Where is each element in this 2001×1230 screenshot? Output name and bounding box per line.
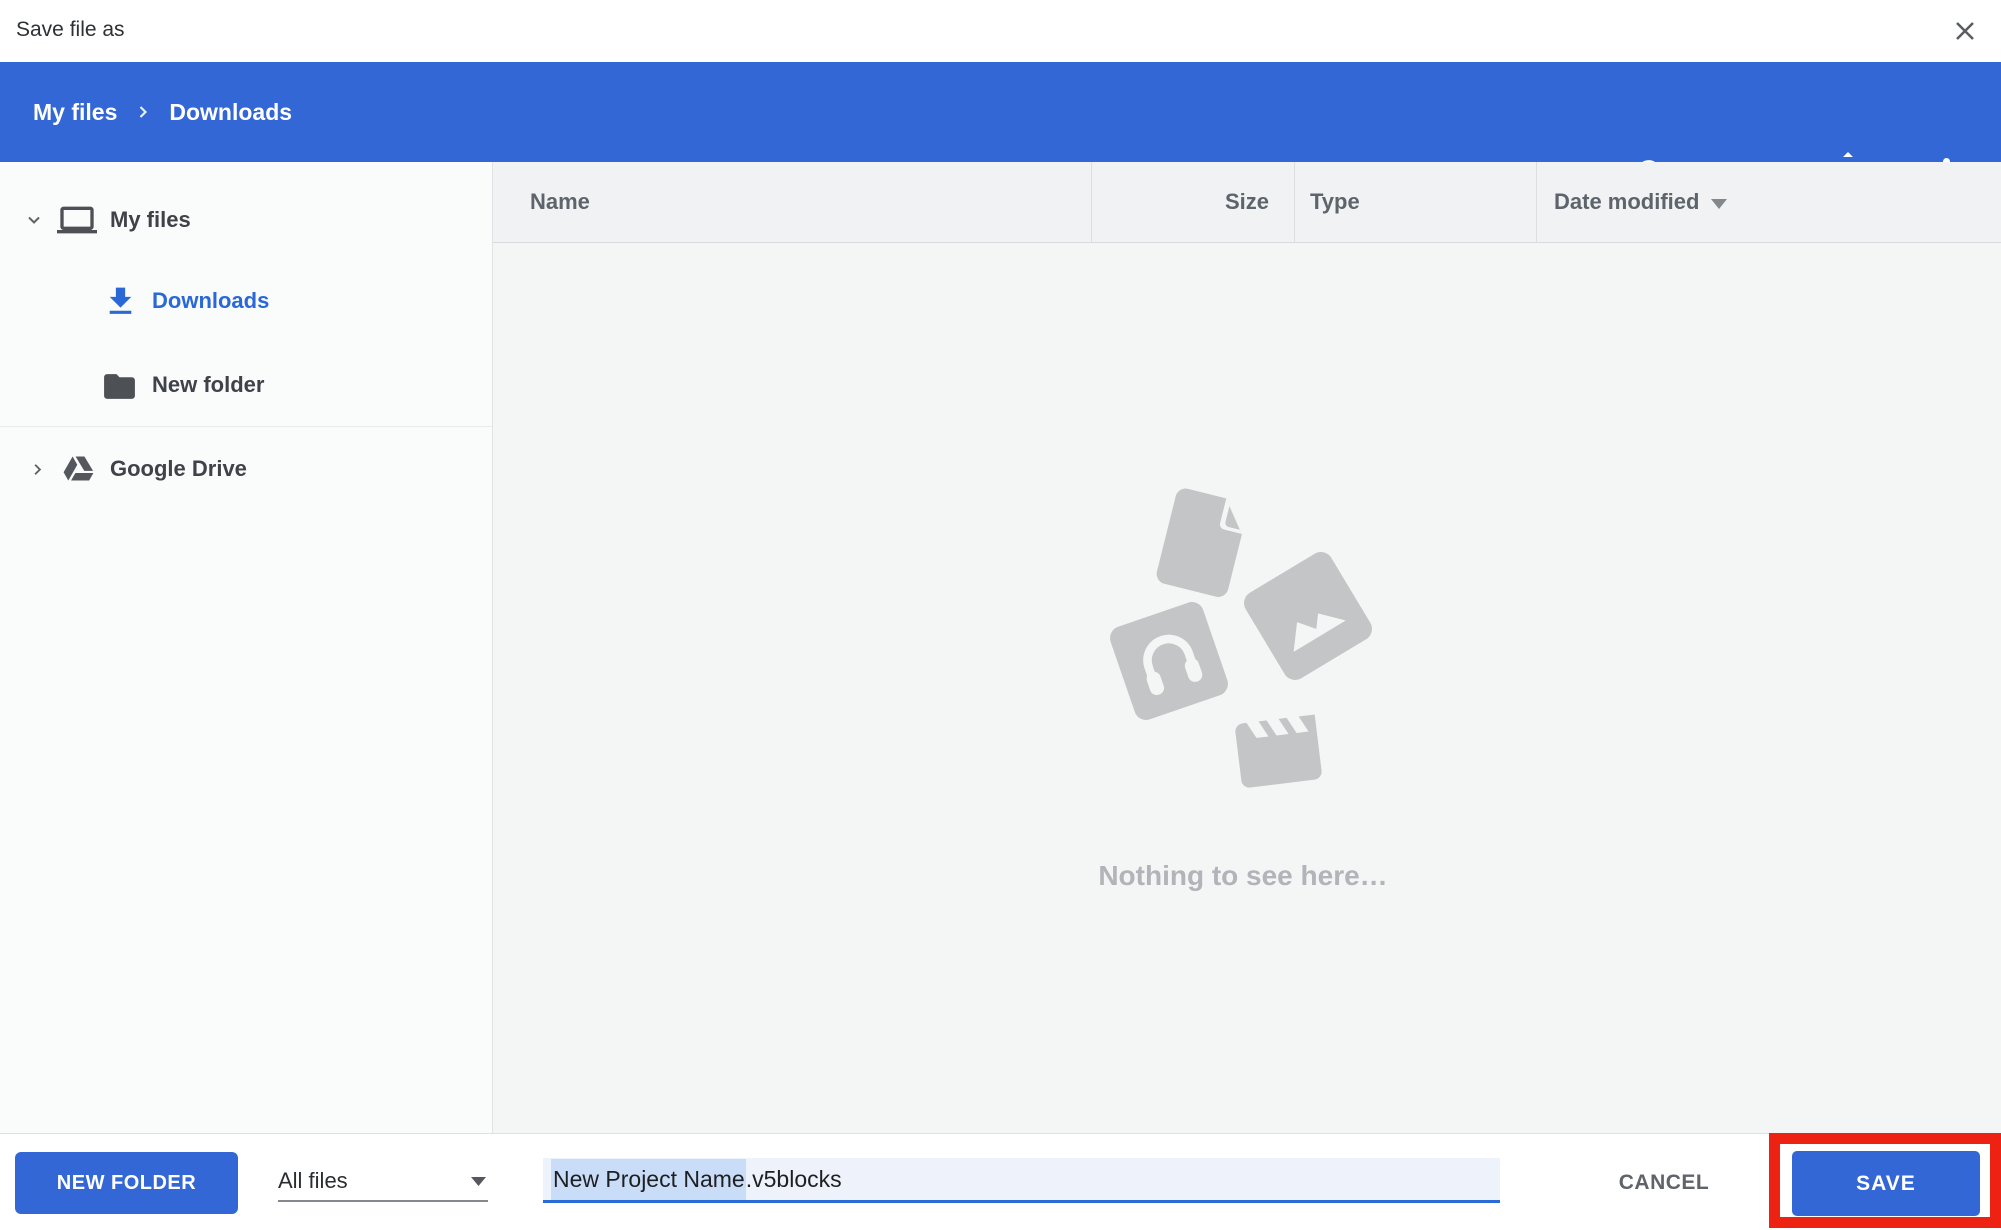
dialog-footer: NEW FOLDER All files New Project Name.v5… — [0, 1133, 2001, 1230]
image-icon — [1239, 547, 1376, 684]
file-type-select[interactable]: All files — [278, 1161, 488, 1202]
sort-direction-icon — [1711, 199, 1727, 209]
file-list-area: Name Size Type Date modified Nothing to — [493, 162, 2001, 1133]
save-button[interactable]: SAVE — [1792, 1151, 1980, 1216]
column-label: Size — [1225, 189, 1269, 214]
sidebar-item-google-drive[interactable]: Google Drive — [0, 444, 492, 494]
chevron-right-icon — [133, 102, 153, 122]
column-header-date-modified[interactable]: Date modified — [1537, 162, 2001, 242]
folder-icon — [101, 368, 138, 405]
breadcrumb: My files Downloads — [33, 62, 292, 162]
dialog-title-bar: Save file as — [0, 0, 2001, 62]
dialog-title: Save file as — [16, 0, 125, 62]
column-label: Date modified — [1554, 189, 1699, 215]
column-label: Name — [530, 189, 590, 214]
chevron-right-icon[interactable] — [28, 460, 47, 479]
save-file-dialog: Save file as My files Downloads AZ — [0, 0, 2001, 1230]
file-type-value: All files — [278, 1161, 348, 1200]
google-drive-icon — [62, 453, 95, 486]
empty-state-message: Nothing to see here… — [743, 860, 1743, 892]
close-button[interactable] — [1947, 13, 1983, 49]
dropdown-arrow-icon — [471, 1177, 486, 1186]
column-label: Type — [1310, 189, 1360, 214]
laptop-icon — [57, 200, 97, 240]
chevron-down-icon[interactable] — [24, 210, 44, 230]
sidebar-item-label: Downloads — [152, 276, 269, 326]
new-folder-button-label: NEW FOLDER — [57, 1172, 196, 1195]
breadcrumb-my-files[interactable]: My files — [33, 99, 117, 126]
sidebar-item-my-files[interactable]: My files — [0, 195, 492, 245]
filename-extension: .v5blocks — [746, 1166, 842, 1192]
new-folder-button[interactable]: NEW FOLDER — [15, 1152, 238, 1214]
sidebar: My files Downloads New folder Google Dri… — [0, 162, 493, 1133]
close-icon — [1953, 19, 1977, 43]
column-header-name[interactable]: Name — [493, 162, 1092, 242]
download-icon — [102, 283, 139, 320]
filename-selected-text: New Project Name — [551, 1159, 746, 1200]
column-header-size[interactable]: Size — [1092, 162, 1295, 242]
breadcrumb-downloads[interactable]: Downloads — [169, 99, 292, 126]
column-header-type[interactable]: Type — [1295, 162, 1537, 242]
filename-input[interactable]: New Project Name.v5blocks — [543, 1158, 1500, 1203]
save-button-label: SAVE — [1856, 1172, 1916, 1196]
sidebar-item-downloads[interactable]: Downloads — [0, 276, 492, 326]
headphones-icon — [1107, 599, 1232, 724]
path-header: My files Downloads AZ — [0, 62, 2001, 162]
sidebar-item-new-folder[interactable]: New folder — [0, 360, 492, 410]
sidebar-item-label: New folder — [152, 360, 264, 410]
sidebar-item-label: My files — [110, 195, 191, 245]
document-icon — [1154, 486, 1259, 601]
sidebar-section-divider — [0, 426, 492, 427]
file-table-header: Name Size Type Date modified — [493, 162, 2001, 243]
sidebar-item-label: Google Drive — [110, 444, 247, 494]
cancel-button[interactable]: CANCEL — [1594, 1162, 1734, 1204]
movie-clapper-icon — [1224, 697, 1332, 805]
